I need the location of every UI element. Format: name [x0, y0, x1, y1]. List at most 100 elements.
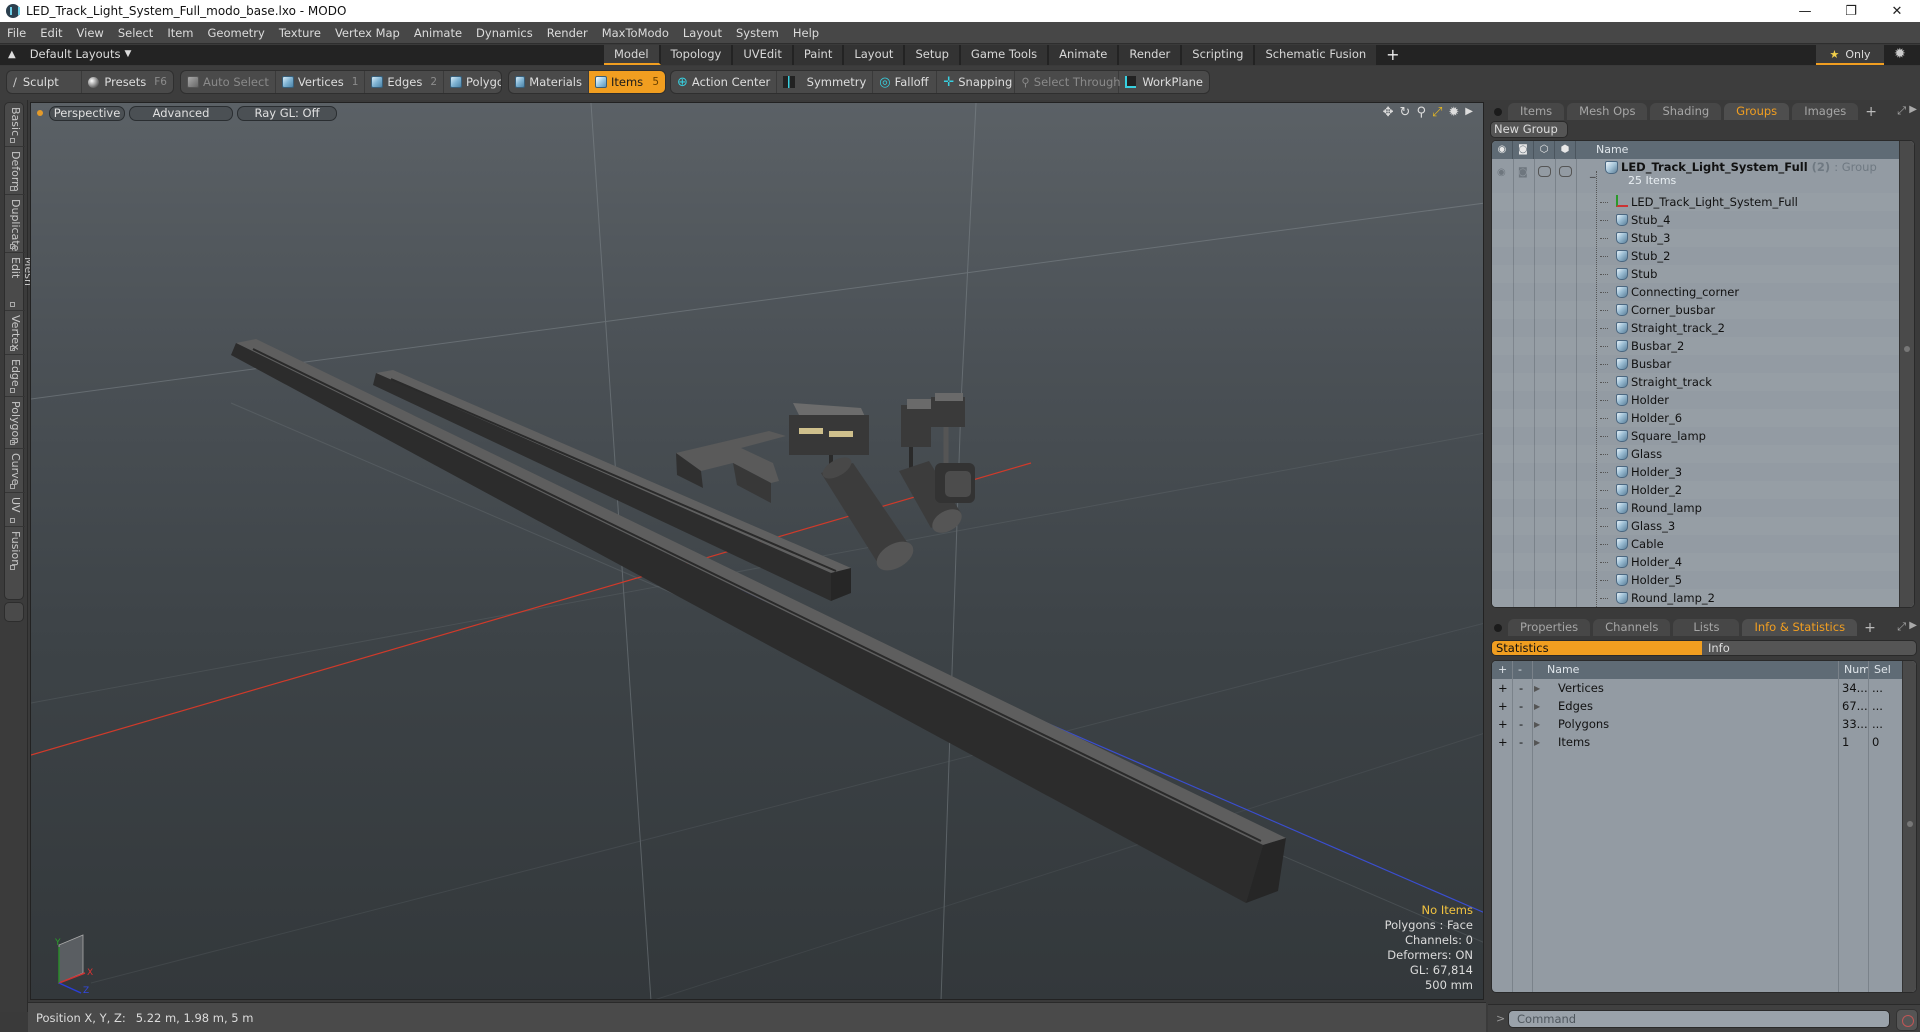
select-through-button[interactable]: ⚲ Select Through: [1015, 71, 1121, 93]
vtab-duplicate[interactable]: Duplicate: [5, 195, 25, 253]
tab-setup[interactable]: Setup: [905, 45, 961, 65]
group-select-toggle[interactable]: [1559, 166, 1572, 177]
vtab-curve[interactable]: Curve: [5, 449, 25, 493]
group-child-row[interactable]: Glass: [1492, 445, 1900, 463]
row-expand-triangle-icon[interactable]: ▶: [1534, 702, 1540, 711]
menu-edit[interactable]: Edit: [33, 26, 69, 40]
expand-all-header[interactable]: +: [1498, 663, 1507, 676]
tab-images[interactable]: Images: [1792, 103, 1859, 120]
falloff-button[interactable]: ◎ Falloff: [873, 71, 938, 93]
menu-animate[interactable]: Animate: [407, 26, 469, 40]
new-group-button[interactable]: New Group: [1490, 121, 1568, 138]
vertices-button[interactable]: Vertices 1: [276, 71, 366, 93]
auto-select-button[interactable]: Auto Select: [181, 71, 276, 93]
group-child-row[interactable]: Stub: [1492, 265, 1900, 283]
edges-button[interactable]: Edges 2: [365, 71, 445, 93]
action-center-button[interactable]: ⊕ Action Center: [671, 71, 778, 93]
info-panel-menu-dot[interactable]: [1494, 624, 1502, 632]
vtab-uv[interactable]: UV: [5, 493, 25, 527]
group-child-row[interactable]: Stub_4: [1492, 211, 1900, 229]
vtab-deform[interactable]: Deform: [5, 147, 25, 195]
add-tab-button[interactable]: +: [1378, 45, 1407, 65]
pan-icon[interactable]: ✥: [1383, 105, 1394, 120]
menu-select[interactable]: Select: [111, 26, 160, 40]
expand-info-panel-icon[interactable]: ⤢: [1897, 620, 1906, 634]
menu-file[interactable]: File: [0, 26, 33, 40]
tab-layout[interactable]: Layout: [844, 45, 906, 65]
select-column-icon[interactable]: ⬢: [1555, 141, 1576, 159]
group-visibility-eye-icon[interactable]: ◉: [1497, 167, 1506, 178]
statistics-row[interactable]: + - ▶ Items 1 0: [1492, 733, 1902, 751]
group-child-row[interactable]: Holder_3: [1492, 463, 1900, 481]
group-child-row[interactable]: Straight_track: [1492, 373, 1900, 391]
gear-icon[interactable]: ✹: [1894, 46, 1906, 62]
render-column-camera-icon[interactable]: ◙: [1513, 141, 1534, 159]
expand-panel-icon[interactable]: ⤢: [1897, 104, 1906, 118]
group-child-row[interactable]: Straight_track_2: [1492, 319, 1900, 337]
menu-maxtomodo[interactable]: MaxToModo: [595, 26, 676, 40]
statistics-scrollbar[interactable]: [1902, 661, 1916, 992]
row-expand-triangle-icon[interactable]: ▶: [1534, 684, 1540, 693]
row-collapse-button[interactable]: -: [1519, 699, 1523, 713]
group-lock-toggle[interactable]: [1538, 166, 1551, 177]
row-collapse-button[interactable]: -: [1519, 717, 1523, 731]
visibility-column-eye-icon[interactable]: ◉: [1492, 141, 1513, 159]
menu-system[interactable]: System: [729, 26, 786, 40]
collapse-all-header[interactable]: -: [1518, 663, 1522, 676]
menu-render[interactable]: Render: [540, 26, 595, 40]
tab-channels[interactable]: Channels: [1593, 619, 1671, 636]
row-expand-button[interactable]: +: [1498, 699, 1508, 713]
tab-paint[interactable]: Paint: [793, 45, 845, 65]
vtab-edge[interactable]: Edge: [5, 355, 25, 397]
minimize-button[interactable]: —: [1782, 0, 1828, 22]
group-child-row[interactable]: Corner_busbar: [1492, 301, 1900, 319]
row-expand-triangle-icon[interactable]: ▶: [1534, 720, 1540, 729]
items-button[interactable]: Items 5: [589, 71, 665, 93]
row-collapse-button[interactable]: -: [1519, 681, 1523, 695]
fit-view-icon[interactable]: ⤢: [1432, 105, 1442, 120]
group-collapse-icon[interactable]: _: [1590, 165, 1596, 178]
rotate-icon[interactable]: ↻: [1400, 105, 1411, 120]
group-child-row[interactable]: LED_Track_Light_System_Full: [1492, 193, 1900, 211]
group-child-row[interactable]: Holder_5: [1492, 571, 1900, 589]
group-child-row[interactable]: Cable: [1492, 535, 1900, 553]
tab-animate[interactable]: Animate: [1049, 45, 1120, 65]
layout-select[interactable]: ▲ Default Layouts ▼: [8, 47, 131, 61]
group-child-row[interactable]: Stub_3: [1492, 229, 1900, 247]
sculpt-button[interactable]: ∕ Sculpt: [7, 71, 83, 93]
3d-viewport[interactable]: Y X Z Perspective Advanced Ray GL: Off ✥…: [30, 102, 1484, 1000]
tab-items[interactable]: Items: [1508, 103, 1565, 120]
panel-menu-dot[interactable]: [1494, 108, 1502, 116]
add-panel-tab-button[interactable]: +: [1861, 104, 1881, 120]
statistics-toggle-button[interactable]: Statistics: [1492, 641, 1702, 655]
statistics-row[interactable]: + - ▶ Polygons 33......: [1492, 715, 1902, 733]
viewport-expand-arrow-icon[interactable]: ▶: [1465, 105, 1473, 120]
menu-texture[interactable]: Texture: [272, 26, 328, 40]
zoom-icon[interactable]: ⚲: [1416, 105, 1426, 120]
menu-view[interactable]: View: [70, 26, 111, 40]
group-child-row[interactable]: Stub_2: [1492, 247, 1900, 265]
menu-item[interactable]: Item: [160, 26, 200, 40]
group-child-row[interactable]: Glass_3: [1492, 517, 1900, 535]
vtab-polygon[interactable]: Polygon: [5, 397, 25, 449]
left-tabs-options-button[interactable]: [4, 602, 24, 622]
tab-properties[interactable]: Properties: [1508, 619, 1591, 636]
row-expand-triangle-icon[interactable]: ▶: [1534, 738, 1540, 747]
info-panel-arrow-icon[interactable]: ▶: [1909, 620, 1917, 631]
group-child-row[interactable]: Square_lamp: [1492, 427, 1900, 445]
polygons-button[interactable]: Polygons: [444, 71, 501, 93]
command-input[interactable]: [1508, 1010, 1890, 1028]
menu-help[interactable]: Help: [786, 26, 826, 40]
tab-mesh-ops[interactable]: Mesh Ops: [1567, 103, 1648, 120]
row-expand-button[interactable]: +: [1498, 681, 1508, 695]
group-child-row[interactable]: Busbar_2: [1492, 337, 1900, 355]
lock-column-icon[interactable]: ⬡: [1534, 141, 1555, 159]
info-toggle-button[interactable]: Info: [1702, 641, 1730, 655]
tab-scripting[interactable]: Scripting: [1182, 45, 1256, 65]
tab-render[interactable]: Render: [1119, 45, 1183, 65]
view-mode-button[interactable]: Perspective: [49, 105, 125, 121]
presets-button[interactable]: Presets F6: [82, 71, 173, 93]
symmetry-button[interactable]: Symmetry: [777, 71, 874, 93]
tab-lists[interactable]: Lists: [1673, 619, 1740, 636]
tab-uvedit[interactable]: UVEdit: [733, 45, 794, 65]
